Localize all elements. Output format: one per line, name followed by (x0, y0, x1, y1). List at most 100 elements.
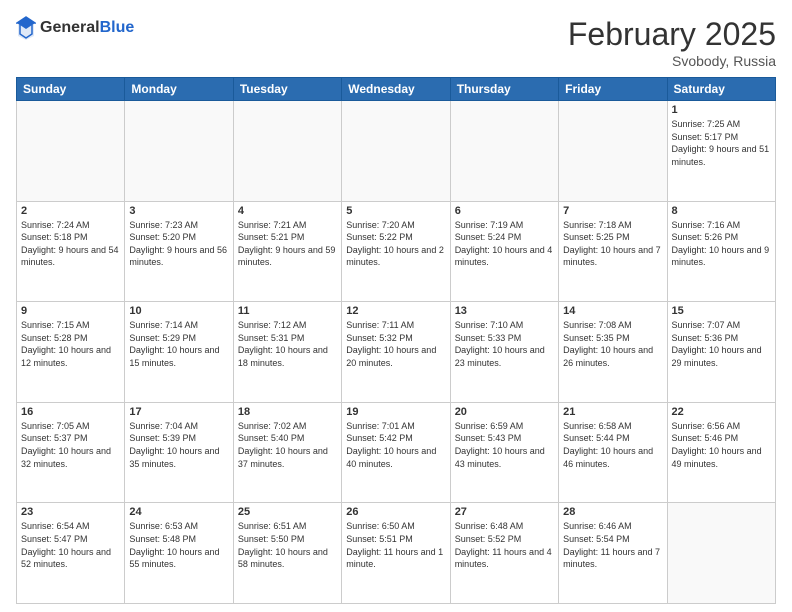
day-info: Sunrise: 7:16 AM Sunset: 5:26 PM Dayligh… (672, 219, 771, 269)
day-info: Sunrise: 7:15 AM Sunset: 5:28 PM Dayligh… (21, 319, 120, 369)
calendar-header-monday: Monday (125, 78, 233, 101)
day-number: 11 (238, 305, 337, 317)
day-number: 17 (129, 406, 228, 418)
day-info: Sunrise: 6:48 AM Sunset: 5:52 PM Dayligh… (455, 520, 554, 570)
calendar-cell: 23 Sunrise: 6:54 AM Sunset: 5:47 PM Dayli… (17, 503, 125, 604)
calendar-cell: 15 Sunrise: 7:07 AM Sunset: 5:36 PM Dayli… (667, 302, 775, 403)
page: GeneralBlue February 2025 Svobody, Russi… (0, 0, 792, 612)
day-number: 18 (238, 406, 337, 418)
day-number: 14 (563, 305, 662, 317)
calendar-cell: 27Sunrise: 6:48 AM Sunset: 5:52 PM Dayli… (450, 503, 558, 604)
title-block: February 2025 Svobody, Russia (568, 16, 776, 69)
day-info: Sunrise: 7:24 AM Sunset: 5:18 PM Dayligh… (21, 219, 120, 269)
day-info: Sunrise: 7:23 AM Sunset: 5:20 PM Dayligh… (129, 219, 228, 269)
day-info: Sunrise: 7:12 AM Sunset: 5:31 PM Dayligh… (238, 319, 337, 369)
calendar-week-2: 9Sunrise: 7:15 AM Sunset: 5:28 PM Daylig… (17, 302, 776, 403)
calendar-cell: 9Sunrise: 7:15 AM Sunset: 5:28 PM Daylig… (17, 302, 125, 403)
header: GeneralBlue February 2025 Svobody, Russi… (16, 16, 776, 69)
day-number: 7 (563, 205, 662, 217)
calendar-cell: 14 Sunrise: 7:08 AM Sunset: 5:35 PM Dayli… (559, 302, 667, 403)
day-info: Sunrise: 7:10 AM Sunset: 5:33 PM Dayligh… (455, 319, 554, 369)
day-info: Sunrise: 6:46 AM Sunset: 5:54 PM Dayligh… (563, 520, 662, 570)
day-number: 28 (563, 506, 662, 518)
calendar-cell: 21 Sunrise: 6:58 AM Sunset: 5:44 PM Dayli… (559, 402, 667, 503)
day-number: 20 (455, 406, 554, 418)
calendar-cell: 18Sunrise: 7:02 AM Sunset: 5:40 PM Dayli… (233, 402, 341, 503)
day-number: 3 (129, 205, 228, 217)
day-number: 25 (238, 506, 337, 518)
calendar-table: SundayMondayTuesdayWednesdayThursdayFrid… (16, 77, 776, 604)
calendar-cell: 19 Sunrise: 7:01 AM Sunset: 5:42 PM Dayli… (342, 402, 450, 503)
day-info: Sunrise: 7:20 AM Sunset: 5:22 PM Dayligh… (346, 219, 445, 269)
day-number: 4 (238, 205, 337, 217)
calendar-cell: 24Sunrise: 6:53 AM Sunset: 5:48 PM Dayli… (125, 503, 233, 604)
logo-blue: Blue (100, 19, 135, 36)
calendar-cell: 6Sunrise: 7:19 AM Sunset: 5:24 PM Daylig… (450, 201, 558, 302)
calendar-cell (667, 503, 775, 604)
day-number: 21 (563, 406, 662, 418)
calendar-week-4: 23 Sunrise: 6:54 AM Sunset: 5:47 PM Dayli… (17, 503, 776, 604)
calendar-cell (125, 101, 233, 202)
calendar-cell: 10 Sunrise: 7:14 AM Sunset: 5:29 PM Dayli… (125, 302, 233, 403)
calendar-cell: 11 Sunrise: 7:12 AM Sunset: 5:31 PM Dayli… (233, 302, 341, 403)
day-info: Sunrise: 7:05 AM Sunset: 5:37 PM Dayligh… (21, 420, 120, 470)
day-info: Sunrise: 7:18 AM Sunset: 5:25 PM Dayligh… (563, 219, 662, 269)
calendar-cell: 16 Sunrise: 7:05 AM Sunset: 5:37 PM Dayli… (17, 402, 125, 503)
day-number: 13 (455, 305, 554, 317)
day-info: Sunrise: 6:54 AM Sunset: 5:47 PM Dayligh… (21, 520, 120, 570)
month-year: February 2025 (568, 16, 776, 53)
day-info: Sunrise: 6:51 AM Sunset: 5:50 PM Dayligh… (238, 520, 337, 570)
day-info: Sunrise: 7:04 AM Sunset: 5:39 PM Dayligh… (129, 420, 228, 470)
day-number: 12 (346, 305, 445, 317)
logo-icon (16, 16, 36, 40)
day-number: 5 (346, 205, 445, 217)
day-info: Sunrise: 6:59 AM Sunset: 5:43 PM Dayligh… (455, 420, 554, 470)
calendar-week-1: 2 Sunrise: 7:24 AM Sunset: 5:18 PM Daylig… (17, 201, 776, 302)
calendar-header-saturday: Saturday (667, 78, 775, 101)
calendar-cell: 22Sunrise: 6:56 AM Sunset: 5:46 PM Dayli… (667, 402, 775, 503)
day-info: Sunrise: 7:08 AM Sunset: 5:35 PM Dayligh… (563, 319, 662, 369)
calendar-cell: 5 Sunrise: 7:20 AM Sunset: 5:22 PM Daylig… (342, 201, 450, 302)
day-info: Sunrise: 7:25 AM Sunset: 5:17 PM Dayligh… (672, 118, 771, 168)
calendar-header-thursday: Thursday (450, 78, 558, 101)
day-number: 6 (455, 205, 554, 217)
logo: GeneralBlue (16, 16, 134, 40)
day-number: 2 (21, 205, 120, 217)
calendar-cell: 2 Sunrise: 7:24 AM Sunset: 5:18 PM Daylig… (17, 201, 125, 302)
day-info: Sunrise: 7:14 AM Sunset: 5:29 PM Dayligh… (129, 319, 228, 369)
day-number: 22 (672, 406, 771, 418)
calendar-cell: 26 Sunrise: 6:50 AM Sunset: 5:51 PM Dayli… (342, 503, 450, 604)
day-number: 10 (129, 305, 228, 317)
logo-text: GeneralBlue (40, 19, 134, 37)
day-number: 23 (21, 506, 120, 518)
calendar-week-3: 16 Sunrise: 7:05 AM Sunset: 5:37 PM Dayli… (17, 402, 776, 503)
calendar-cell: 12 Sunrise: 7:11 AM Sunset: 5:32 PM Dayli… (342, 302, 450, 403)
day-number: 24 (129, 506, 228, 518)
logo-general: General (40, 19, 100, 36)
calendar-cell: 4 Sunrise: 7:21 AM Sunset: 5:21 PM Daylig… (233, 201, 341, 302)
calendar-header-row: SundayMondayTuesdayWednesdayThursdayFrid… (17, 78, 776, 101)
day-number: 8 (672, 205, 771, 217)
day-number: 26 (346, 506, 445, 518)
day-info: Sunrise: 6:50 AM Sunset: 5:51 PM Dayligh… (346, 520, 445, 570)
calendar-cell: 8 Sunrise: 7:16 AM Sunset: 5:26 PM Daylig… (667, 201, 775, 302)
calendar-cell: 1 Sunrise: 7:25 AM Sunset: 5:17 PM Daylig… (667, 101, 775, 202)
day-info: Sunrise: 7:01 AM Sunset: 5:42 PM Dayligh… (346, 420, 445, 470)
calendar-header-tuesday: Tuesday (233, 78, 341, 101)
calendar-cell (233, 101, 341, 202)
day-info: Sunrise: 7:11 AM Sunset: 5:32 PM Dayligh… (346, 319, 445, 369)
calendar-header-wednesday: Wednesday (342, 78, 450, 101)
day-number: 1 (672, 104, 771, 116)
day-info: Sunrise: 6:58 AM Sunset: 5:44 PM Dayligh… (563, 420, 662, 470)
day-info: Sunrise: 7:21 AM Sunset: 5:21 PM Dayligh… (238, 219, 337, 269)
day-number: 19 (346, 406, 445, 418)
calendar-cell (342, 101, 450, 202)
day-number: 15 (672, 305, 771, 317)
day-info: Sunrise: 7:07 AM Sunset: 5:36 PM Dayligh… (672, 319, 771, 369)
calendar-cell (450, 101, 558, 202)
calendar-header-sunday: Sunday (17, 78, 125, 101)
calendar-cell: 3 Sunrise: 7:23 AM Sunset: 5:20 PM Daylig… (125, 201, 233, 302)
day-number: 16 (21, 406, 120, 418)
location: Svobody, Russia (568, 53, 776, 69)
calendar-cell: 7 Sunrise: 7:18 AM Sunset: 5:25 PM Daylig… (559, 201, 667, 302)
